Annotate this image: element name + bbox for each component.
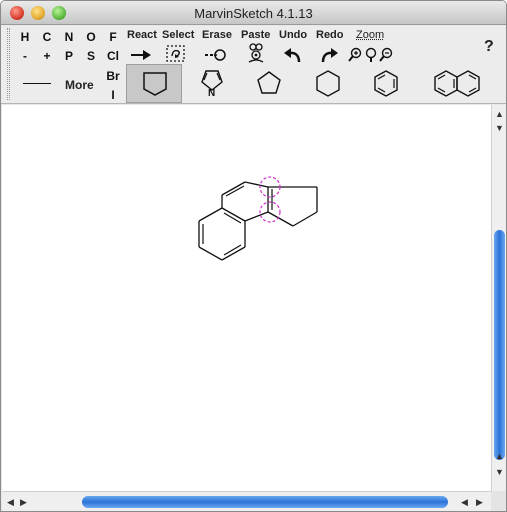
template-cyclopentane-selected[interactable] — [126, 64, 182, 103]
molecule-drawing — [198, 176, 318, 261]
zoom-tool-label[interactable]: Zoom — [356, 29, 384, 41]
template-cyclopentane[interactable] — [244, 66, 294, 102]
more-templates-button[interactable]: More — [65, 78, 94, 92]
eraser-icon[interactable] — [204, 45, 228, 65]
scroll-down-arrow-icon[interactable]: ▼ — [495, 467, 504, 477]
element-s-button[interactable]: S — [83, 49, 99, 63]
horizontal-scrollbar[interactable]: ◀ ▶ ◀ ▶ — [2, 491, 491, 511]
redo-icon[interactable] — [317, 45, 341, 65]
marvinsketch-window: MarvinSketch 4.1.13 H C N O F - + P S Cl… — [0, 0, 507, 512]
react-tool-label[interactable]: React — [127, 29, 157, 41]
right-arrow-icon[interactable] — [129, 45, 153, 65]
scroll-right-arrow-icon[interactable]: ▶ — [476, 497, 483, 508]
scroll-left-arrow-icon[interactable]: ◀ — [461, 497, 468, 508]
charge-minus-button[interactable]: - — [17, 49, 33, 63]
vertical-scroll-thumb[interactable] — [494, 230, 505, 460]
horizontal-scroll-thumb[interactable] — [82, 496, 448, 508]
title-bar[interactable]: MarvinSketch 4.1.13 — [1, 1, 506, 25]
element-i-button[interactable]: I — [105, 88, 121, 102]
bond — [267, 211, 294, 227]
zoom-in-icon[interactable] — [348, 47, 362, 67]
select-tool-label[interactable]: Select — [162, 29, 194, 41]
bond — [292, 211, 318, 227]
element-n-button[interactable]: N — [61, 30, 77, 44]
element-p-button[interactable]: P — [61, 49, 77, 63]
vertical-scrollbar[interactable]: ▲ ▼ ▲ ▼ — [491, 105, 506, 491]
atom-selection-highlight — [259, 201, 281, 223]
paste-icon[interactable] — [244, 41, 268, 63]
lasso-select-icon[interactable] — [164, 43, 188, 63]
template-naphthalene[interactable] — [427, 66, 487, 102]
zoom-out-icon[interactable] — [379, 47, 393, 67]
charge-plus-button[interactable]: + — [39, 49, 55, 63]
toolbar: H C N O F - + P S Cl Br I React Select E… — [1, 26, 506, 104]
resize-corner[interactable] — [491, 491, 506, 511]
element-o-button[interactable]: O — [83, 30, 99, 44]
template-pyrrole[interactable]: N — [187, 66, 237, 102]
redo-tool-label[interactable]: Redo — [316, 29, 344, 41]
single-bond-icon[interactable] — [23, 83, 51, 84]
scroll-down-arrow-icon[interactable]: ▼ — [495, 123, 504, 133]
svg-text:N: N — [208, 88, 215, 99]
bond — [198, 246, 223, 261]
toolbar-grip[interactable] — [7, 28, 10, 100]
window-title: MarvinSketch 4.1.13 — [194, 6, 313, 21]
paste-tool-label[interactable]: Paste — [241, 29, 270, 41]
undo-icon[interactable] — [281, 45, 305, 65]
bond — [244, 181, 269, 188]
template-benzene[interactable] — [361, 66, 411, 102]
bond — [221, 181, 246, 196]
scroll-right-arrow-icon[interactable]: ▶ — [20, 497, 27, 508]
scroll-left-arrow-icon[interactable]: ◀ — [7, 497, 14, 508]
scroll-up-arrow-icon[interactable]: ▲ — [495, 451, 504, 461]
undo-tool-label[interactable]: Undo — [279, 29, 307, 41]
bond — [198, 207, 223, 222]
erase-tool-label[interactable]: Erase — [202, 29, 232, 41]
element-f-button[interactable]: F — [105, 30, 121, 44]
scroll-up-arrow-icon[interactable]: ▲ — [495, 109, 504, 119]
sketch-canvas[interactable] — [2, 105, 491, 491]
template-cyclohexane[interactable] — [303, 66, 353, 102]
element-br-button[interactable]: Br — [105, 69, 121, 83]
bond — [244, 211, 269, 222]
element-c-button[interactable]: C — [39, 30, 55, 44]
element-cl-button[interactable]: Cl — [105, 49, 121, 63]
element-h-button[interactable]: H — [17, 30, 33, 44]
help-button[interactable]: ? — [484, 38, 494, 56]
zoom-fit-icon[interactable] — [364, 47, 378, 67]
